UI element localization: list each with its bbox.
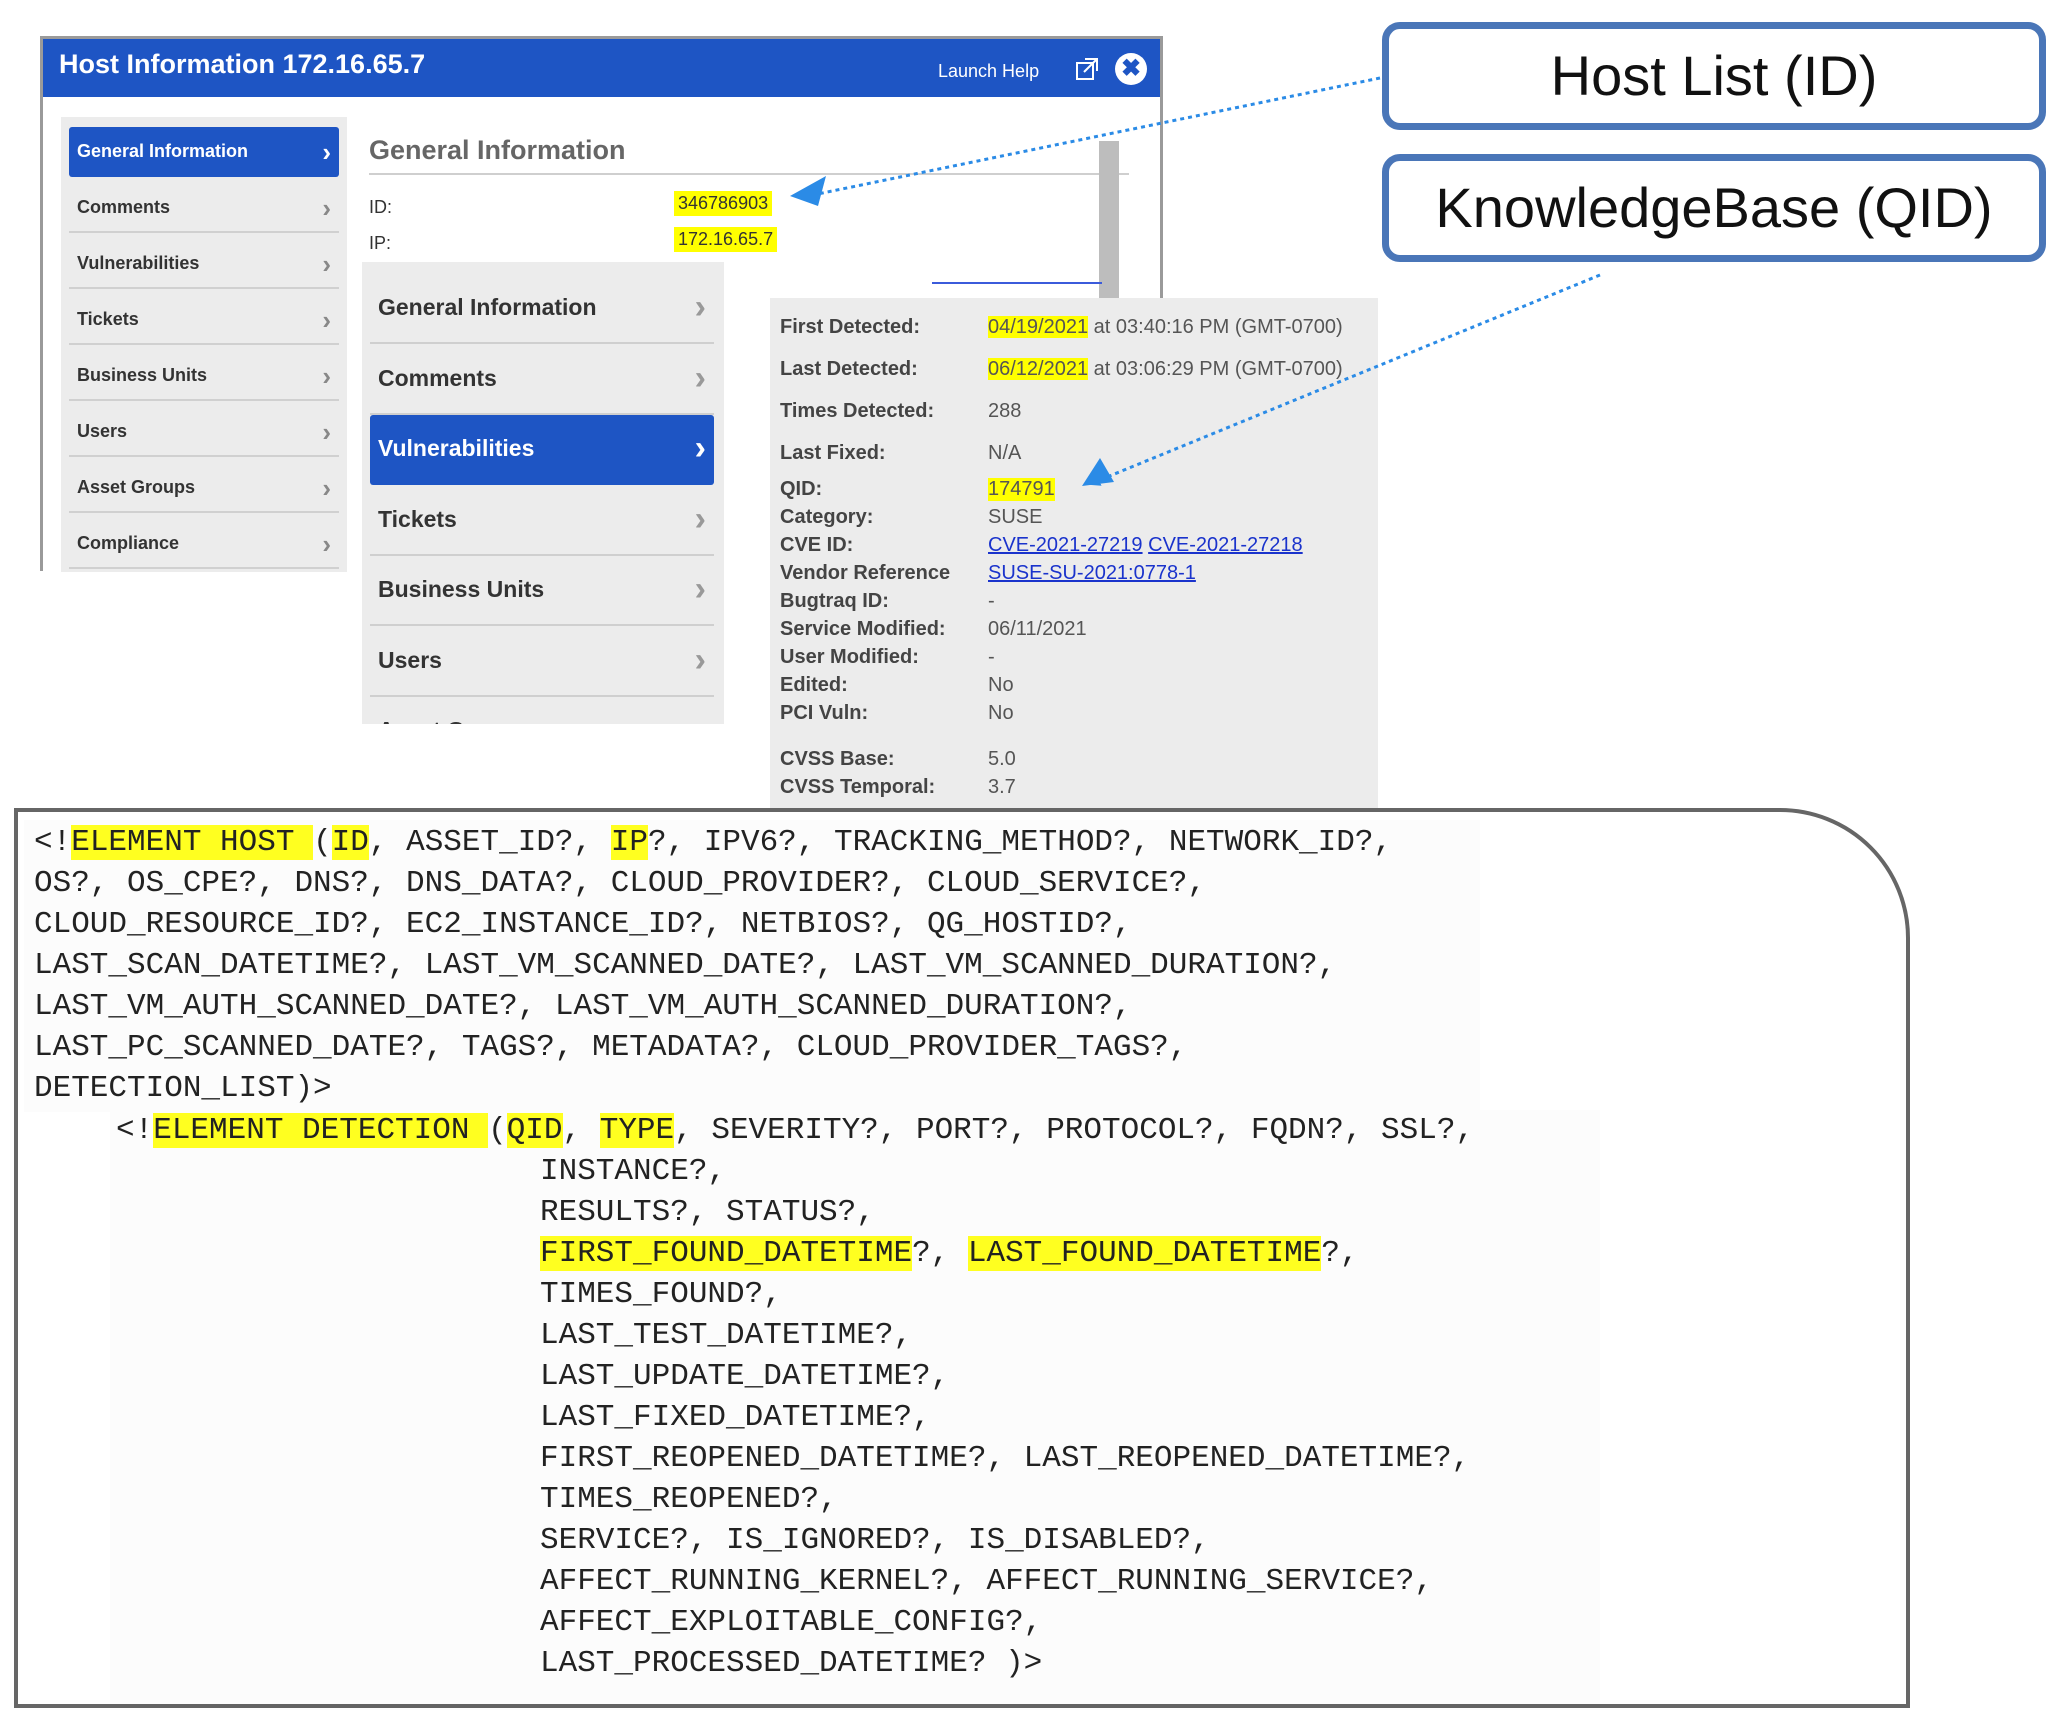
- qid-arrowhead: [1082, 458, 1114, 486]
- host-id-arrow: [806, 76, 1381, 200]
- connector-arrows: [790, 76, 1601, 486]
- host-id-arrowhead: [790, 176, 826, 206]
- qid-arrow: [1088, 273, 1601, 486]
